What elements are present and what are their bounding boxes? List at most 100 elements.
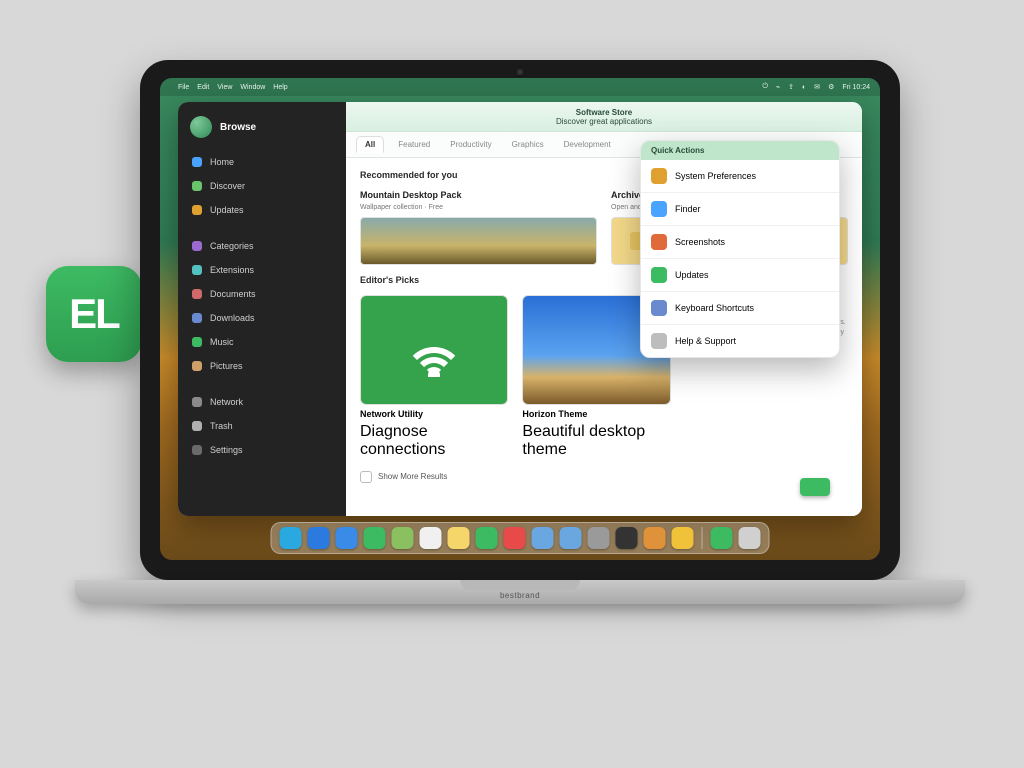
panel-item-screenshots[interactable]: Screenshots bbox=[641, 226, 839, 259]
sidebar-item-label: Extensions bbox=[210, 265, 254, 275]
sidebar-title: Browse bbox=[220, 122, 256, 133]
sidebar-item-network[interactable]: Network bbox=[186, 392, 338, 412]
gear-icon bbox=[651, 168, 667, 184]
dock-separator bbox=[702, 527, 703, 549]
status-icon[interactable]: ✉ bbox=[814, 83, 820, 91]
panel-item-help[interactable]: Help & Support bbox=[641, 325, 839, 357]
grid-icon bbox=[192, 241, 202, 251]
trash-icon bbox=[192, 421, 202, 431]
camera-dot bbox=[517, 69, 523, 75]
sidebar-item-music[interactable]: Music bbox=[186, 332, 338, 352]
dock-folder-icon[interactable] bbox=[560, 527, 582, 549]
laptop-base: bestbrand bbox=[75, 580, 965, 604]
dock-notes-icon[interactable] bbox=[448, 527, 470, 549]
compass-icon bbox=[192, 181, 202, 191]
image-icon bbox=[192, 361, 202, 371]
keyboard-icon bbox=[651, 300, 667, 316]
quick-actions-panel: Quick Actions System Preferences Finder … bbox=[640, 140, 840, 358]
tab-productivity[interactable]: Productivity bbox=[444, 137, 497, 152]
desktop-screen: File Edit View Window Help ⏻ ⌁ ⇪ ◐ ✉ ⚙ F… bbox=[160, 78, 880, 560]
dock-maps-icon[interactable] bbox=[392, 527, 414, 549]
sidebar-item-downloads[interactable]: Downloads bbox=[186, 308, 338, 328]
desktop-widget[interactable] bbox=[800, 478, 830, 496]
sidebar-item-label: Music bbox=[210, 337, 234, 347]
help-icon bbox=[651, 333, 667, 349]
gear-icon bbox=[192, 445, 202, 455]
sidebar-item-discover[interactable]: Discover bbox=[186, 176, 338, 196]
doc-icon bbox=[192, 289, 202, 299]
sidebar-item-pictures[interactable]: Pictures bbox=[186, 356, 338, 376]
sidebar-item-extensions[interactable]: Extensions bbox=[186, 260, 338, 280]
tab-development[interactable]: Development bbox=[558, 137, 617, 152]
expand-icon bbox=[360, 471, 372, 483]
status-icon[interactable]: ⏻ bbox=[762, 83, 768, 91]
footer-link[interactable]: Show More Results bbox=[360, 469, 848, 483]
puzzle-icon bbox=[192, 265, 202, 275]
menubar-item[interactable]: View bbox=[217, 84, 232, 91]
menubar-item[interactable]: Window bbox=[240, 84, 265, 91]
sidebar-item-updates[interactable]: Updates bbox=[186, 200, 338, 220]
status-icon[interactable]: ◐ bbox=[802, 84, 806, 91]
sidebar-item-label: Pictures bbox=[210, 361, 243, 371]
thumbnail-mountain-icon bbox=[360, 217, 597, 265]
panel-item-label: Finder bbox=[675, 204, 701, 214]
tab-featured[interactable]: Featured bbox=[392, 137, 436, 152]
dock-calc-icon[interactable] bbox=[672, 527, 694, 549]
download-icon bbox=[192, 313, 202, 323]
panel-heading: Quick Actions bbox=[641, 141, 839, 160]
dock-mail-icon[interactable] bbox=[336, 527, 358, 549]
dock bbox=[271, 522, 770, 554]
home-icon bbox=[192, 157, 202, 167]
sidebar-item-label: Documents bbox=[210, 289, 256, 299]
laptop-brand-label: bestbrand bbox=[500, 591, 540, 600]
app-logo-text: EL bbox=[69, 290, 119, 338]
card-title: Horizon Theme bbox=[522, 409, 670, 419]
dock-evernote-icon[interactable] bbox=[711, 527, 733, 549]
dock-finder-icon[interactable] bbox=[280, 527, 302, 549]
panel-item-finder[interactable]: Finder bbox=[641, 193, 839, 226]
menubar-clock[interactable]: Fri 10:24 bbox=[842, 84, 870, 91]
sidebar-item-trash[interactable]: Trash bbox=[186, 416, 338, 436]
tab-graphics[interactable]: Graphics bbox=[506, 137, 550, 152]
status-icon[interactable]: ⚙ bbox=[828, 83, 834, 91]
card-recommended-1[interactable]: Mountain Desktop Pack Wallpaper collecti… bbox=[360, 190, 597, 265]
laptop-notch bbox=[460, 580, 580, 590]
dock-settings-icon[interactable] bbox=[588, 527, 610, 549]
sidebar-item-home[interactable]: Home bbox=[186, 152, 338, 172]
tab-all[interactable]: All bbox=[356, 136, 384, 153]
panel-item-updates[interactable]: Updates bbox=[641, 259, 839, 292]
dock-terminal-icon[interactable] bbox=[616, 527, 638, 549]
sidebar-item-label: Trash bbox=[210, 421, 233, 431]
card-subtitle: Wallpaper collection · Free bbox=[360, 204, 597, 213]
panel-item-label: Updates bbox=[675, 270, 709, 280]
panel-item-preferences[interactable]: System Preferences bbox=[641, 160, 839, 193]
menubar-item[interactable]: Help bbox=[273, 84, 287, 91]
panel-item-shortcuts[interactable]: Keyboard Shortcuts bbox=[641, 292, 839, 325]
card-subtitle: Beautiful desktop theme bbox=[522, 423, 670, 459]
camera-icon bbox=[651, 234, 667, 250]
card-subtitle: Diagnose connections bbox=[360, 423, 508, 459]
status-icon[interactable]: ⇪ bbox=[788, 83, 794, 91]
dock-messages-icon[interactable] bbox=[364, 527, 386, 549]
dock-folder-icon[interactable] bbox=[532, 527, 554, 549]
sidebar-header[interactable]: Browse bbox=[186, 112, 338, 148]
sidebar-item-settings[interactable]: Settings bbox=[186, 440, 338, 460]
sidebar-item-documents[interactable]: Documents bbox=[186, 284, 338, 304]
sidebar-item-label: Settings bbox=[210, 445, 243, 455]
card-editors-1[interactable]: Network Utility Diagnose connections bbox=[360, 295, 508, 459]
status-icon[interactable]: ⌁ bbox=[776, 83, 780, 91]
menubar-item[interactable]: Edit bbox=[197, 84, 209, 91]
footer-label: Show More Results bbox=[378, 472, 447, 481]
sidebar-item-categories[interactable]: Categories bbox=[186, 236, 338, 256]
sidebar-item-label: Home bbox=[210, 157, 234, 167]
avatar-icon bbox=[190, 116, 212, 138]
dock-books-icon[interactable] bbox=[644, 527, 666, 549]
dock-trash-icon[interactable] bbox=[739, 527, 761, 549]
card-title: Network Utility bbox=[360, 409, 508, 419]
menubar-item[interactable]: File bbox=[178, 84, 189, 91]
dock-music-icon[interactable] bbox=[504, 527, 526, 549]
dock-safari-icon[interactable] bbox=[308, 527, 330, 549]
dock-store-icon[interactable] bbox=[476, 527, 498, 549]
panel-item-label: System Preferences bbox=[675, 171, 756, 181]
dock-photos-icon[interactable] bbox=[420, 527, 442, 549]
